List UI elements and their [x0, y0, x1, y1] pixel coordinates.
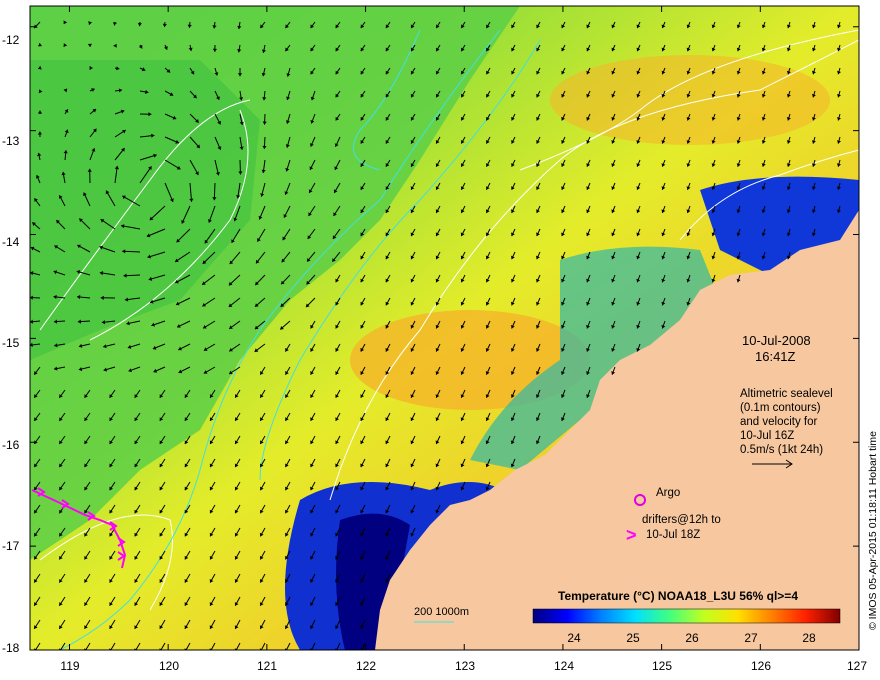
map-plot-area — [30, 6, 859, 650]
lat-tick-label: -18 — [2, 641, 20, 655]
lon-tick-label: 121 — [257, 659, 277, 673]
lat-tick-label: -17 — [2, 539, 20, 553]
desc-line: (0.1m contours) — [740, 402, 821, 414]
lon-tick-label: 119 — [60, 659, 79, 673]
drifters-label-2: 10-Jul 18Z — [646, 529, 700, 541]
colorbar-tick: 26 — [685, 631, 699, 645]
desc-line: Altimetric sealevel — [740, 388, 833, 400]
lon-tick-label: 124 — [554, 659, 574, 673]
lon-tick-label: 125 — [652, 659, 672, 673]
drifter-symbol: > — [626, 525, 637, 545]
lon-tick-label: 120 — [159, 659, 179, 673]
lat-axis-labels: -12 -13 -14 -15 -16 -17 -18 — [2, 33, 20, 655]
lat-tick-label: -15 — [2, 336, 20, 350]
colorbar-tick: 27 — [744, 631, 758, 645]
lat-tick-label: -14 — [2, 235, 20, 249]
desc-line: 0.5m/s (1kt 24h) — [740, 444, 823, 456]
lon-tick-label: 127 — [847, 659, 867, 673]
lon-tick-label: 126 — [751, 659, 771, 673]
colorbar-gradient — [532, 608, 841, 624]
sst-map: 119 120 121 122 123 124 125 126 127 -12 … — [2, 5, 879, 673]
date-label: 10-Jul-2008 — [742, 333, 811, 348]
colorbar-title: Temperature (°C) NOAA18_L3U 56% ql>=4 — [558, 589, 798, 603]
credit-label: © IMOS 05-Apr-2015 01:18:11 Hobart time — [867, 431, 879, 630]
desc-line: 10-Jul 16Z — [740, 430, 794, 442]
colorbar-tick: 24 — [567, 631, 581, 645]
desc-line: and velocity for — [740, 416, 818, 428]
drifters-label-1: drifters@12h to — [642, 514, 721, 526]
lat-tick-label: -16 — [2, 438, 20, 452]
argo-label: Argo — [656, 487, 680, 499]
lat-tick-label: -12 — [2, 33, 20, 47]
lat-tick-label: -13 — [2, 134, 20, 148]
bathy-label: 200 1000m — [414, 606, 469, 618]
lon-axis-labels: 119 120 121 122 123 124 125 126 127 — [60, 659, 867, 673]
colorbar-tick: 28 — [802, 631, 816, 645]
lon-tick-label: 123 — [455, 659, 475, 673]
time-label: 16:41Z — [755, 349, 796, 364]
colorbar-tick: 25 — [626, 631, 640, 645]
lon-tick-label: 122 — [356, 659, 376, 673]
